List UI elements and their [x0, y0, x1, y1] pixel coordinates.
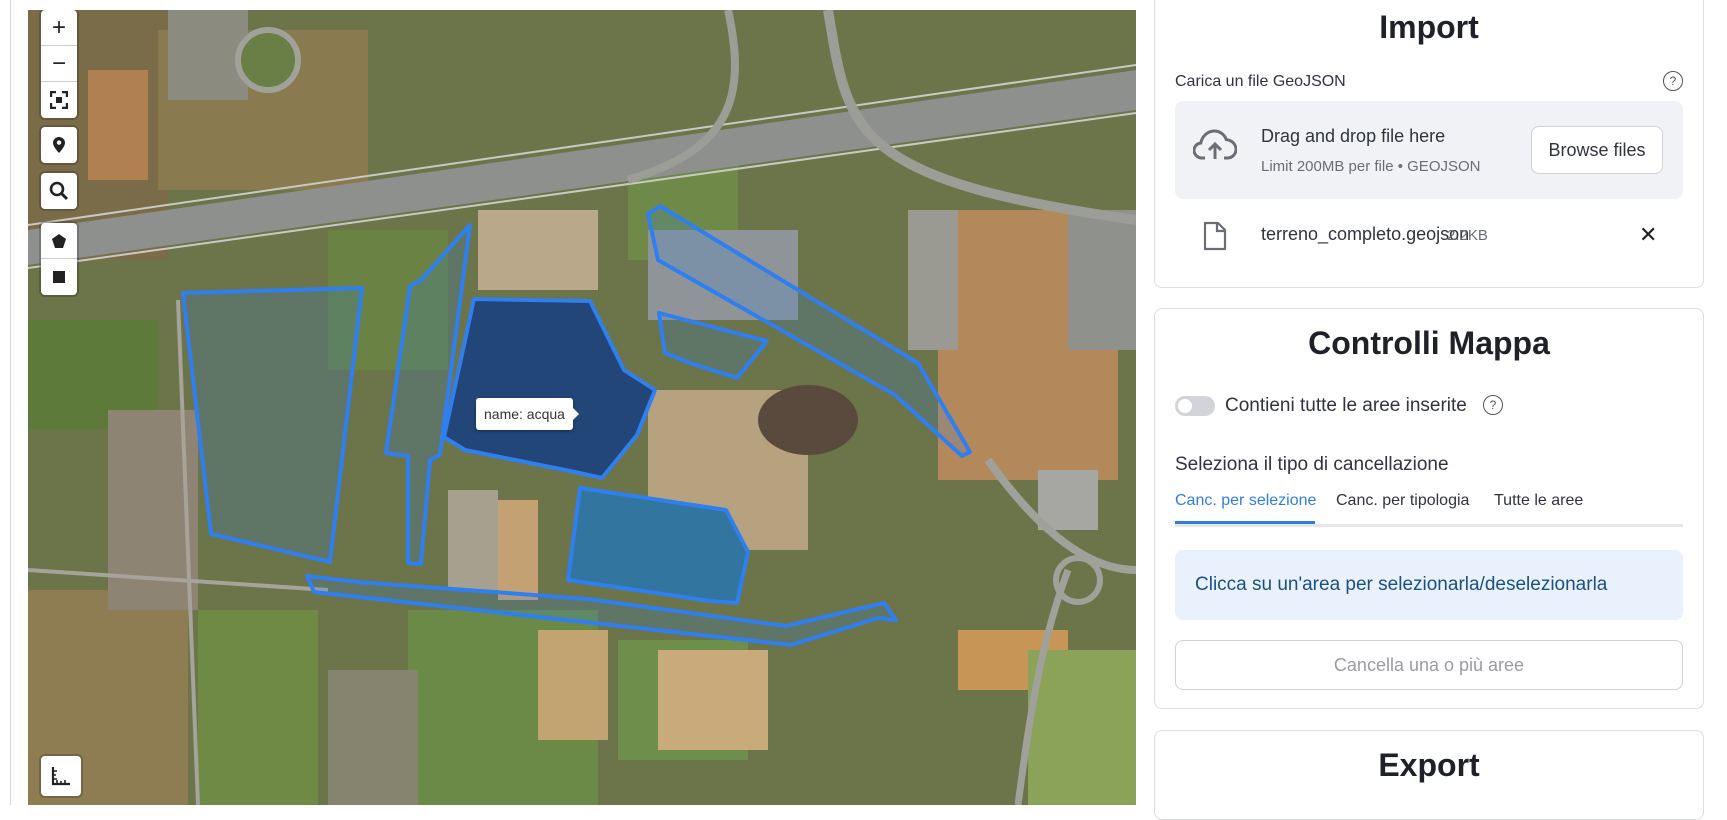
- dropzone-limit: Limit 200MB per file • GEOJSON: [1261, 158, 1481, 175]
- file-icon: [1203, 221, 1227, 251]
- map-controls-panel: Controlli Mappa Contieni tutte le aree i…: [1154, 308, 1704, 709]
- help-icon[interactable]: ?: [1663, 71, 1683, 91]
- draw-polygon-button[interactable]: [41, 223, 77, 259]
- zoom-in-icon: +: [51, 13, 66, 41]
- ruler-icon: [51, 767, 70, 786]
- search-button[interactable]: [41, 173, 77, 209]
- tab-delete-all[interactable]: Tutte le aree: [1494, 492, 1583, 510]
- uploaded-file-row: terreno_completo.geojson 2.2KB ✕: [1175, 213, 1683, 257]
- zoom-in-button[interactable]: +: [41, 10, 77, 46]
- dropzone-title: Drag and drop file here: [1261, 126, 1446, 146]
- import-panel: Import Carica un file GeoJSON ? Drag and…: [1154, 0, 1704, 288]
- cloud-upload-icon: [1193, 129, 1237, 160]
- file-dropzone[interactable]: Drag and drop file here Limit 200MB per …: [1175, 101, 1683, 199]
- satellite-map[interactable]: + − name: acqua: [28, 10, 1136, 805]
- toggle-help-icon[interactable]: ?: [1483, 395, 1503, 415]
- remove-file-icon[interactable]: ✕: [1639, 222, 1657, 248]
- zoom-out-button[interactable]: −: [41, 46, 77, 82]
- file-name: terreno_completo.geojson: [1261, 224, 1470, 244]
- draw-rectangle-button[interactable]: [41, 259, 77, 295]
- zoom-control-group: + −: [41, 10, 77, 118]
- draw-control-group: [41, 223, 77, 295]
- import-title: Import: [1379, 9, 1479, 45]
- rectangle-icon: [53, 271, 65, 283]
- page-left-border: [10, 0, 11, 805]
- export-title: Export: [1378, 747, 1480, 783]
- polygon-icon: [52, 233, 66, 248]
- locate-button[interactable]: [41, 127, 77, 163]
- active-tab-indicator: [1175, 521, 1315, 524]
- location-pin-icon: [53, 137, 65, 153]
- tab-delete-by-type[interactable]: Canc. per tipologia: [1336, 492, 1469, 510]
- search-icon: [49, 181, 69, 201]
- upload-label: Carica un file GeoJSON: [1175, 73, 1346, 90]
- fullscreen-icon: [50, 91, 68, 109]
- file-size: 2.2KB: [1447, 227, 1488, 244]
- toggle-label: Contieni tutte le aree inserite: [1225, 395, 1467, 416]
- locate-control: [41, 127, 77, 163]
- map-controls-title: Controlli Mappa: [1308, 325, 1550, 361]
- delete-type-tabs: Canc. per selezione Canc. per tipologia …: [1175, 492, 1683, 527]
- contain-areas-toggle[interactable]: [1175, 396, 1215, 416]
- export-panel: Export: [1154, 730, 1704, 820]
- fullscreen-button[interactable]: [41, 82, 77, 118]
- delete-type-label: Seleziona il tipo di cancellazione: [1175, 454, 1449, 475]
- polygon-tooltip: name: acqua: [476, 398, 579, 430]
- browse-files-button[interactable]: Browse files: [1531, 126, 1663, 174]
- delete-areas-button[interactable]: Cancella una o più aree: [1175, 640, 1683, 690]
- zoom-out-icon: −: [51, 49, 66, 77]
- measure-button[interactable]: [41, 756, 81, 796]
- tab-delete-by-selection[interactable]: Canc. per selezione: [1175, 492, 1316, 510]
- selection-info-box: Clicca su un'area per selezionarla/desel…: [1175, 550, 1683, 620]
- search-control: [41, 173, 77, 209]
